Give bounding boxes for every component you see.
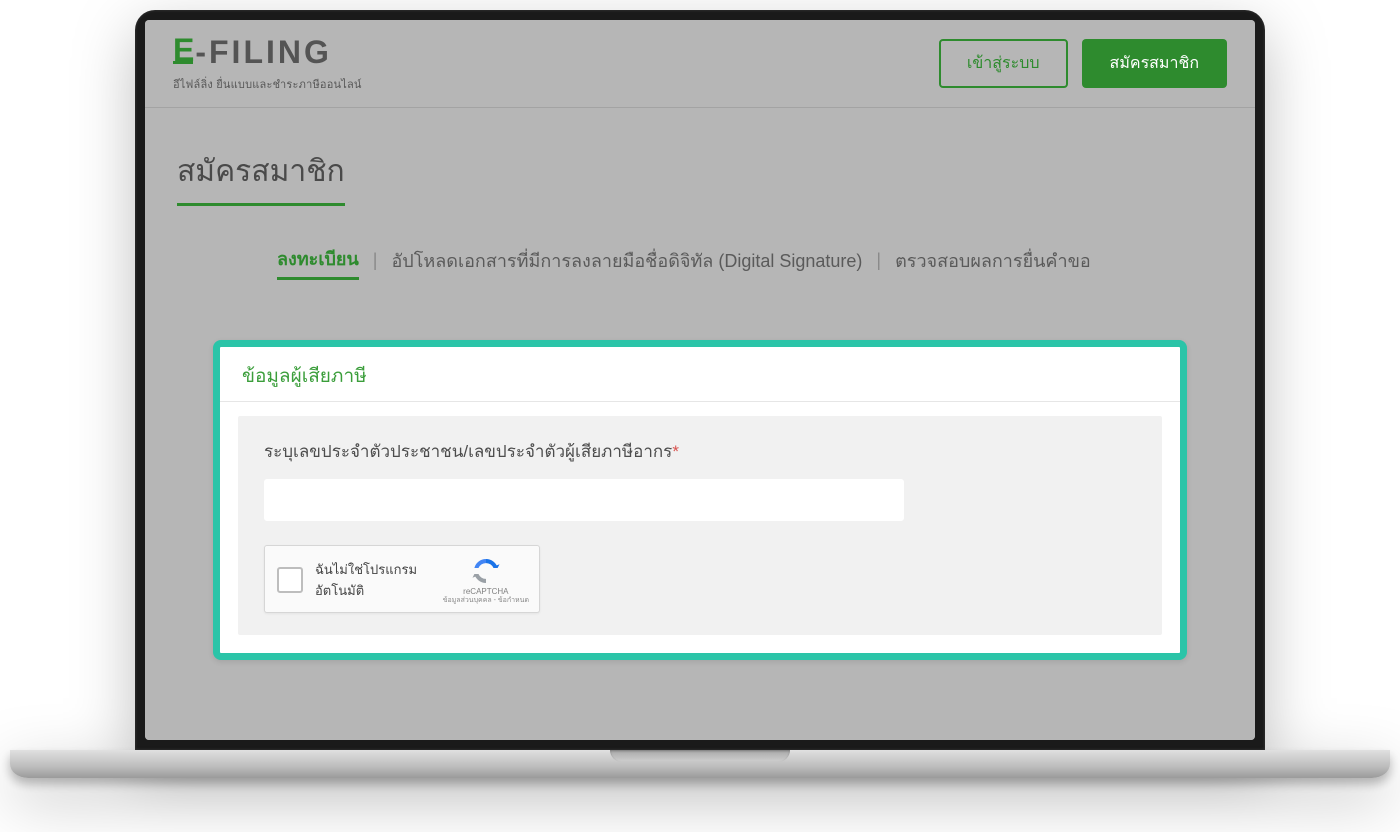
tab-separator: | — [876, 250, 881, 271]
page-title: สมัครสมาชิก — [177, 148, 345, 206]
logo-e-icon: E — [173, 41, 193, 63]
recaptcha-checkbox[interactable] — [277, 567, 303, 593]
logo-filing-text: -FILING — [195, 34, 332, 71]
recaptcha-icon — [471, 556, 501, 586]
logo-row: E -FILING — [173, 34, 362, 71]
app-root: E -FILING อีไฟล์ลิ่ง ยื่นแบบและชำระภาษีอ… — [145, 20, 1255, 740]
recaptcha-brand: reCAPTCHA — [463, 588, 508, 597]
logo-block: E -FILING อีไฟล์ลิ่ง ยื่นแบบและชำระภาษีอ… — [173, 34, 362, 93]
tab-register[interactable]: ลงทะเบียน — [277, 240, 359, 280]
tab-upload-digital-signature[interactable]: อัปโหลดเอกสารที่มีการลงลายมือชื่อดิจิทัล… — [391, 242, 862, 279]
register-button[interactable]: สมัครสมาชิก — [1082, 39, 1227, 88]
page-content: สมัครสมาชิก ลงทะเบียน | อัปโหลดเอกสารที่… — [145, 108, 1255, 740]
laptop-screen: E -FILING อีไฟล์ลิ่ง ยื่นแบบและชำระภาษีอ… — [145, 20, 1255, 740]
card-title: ข้อมูลผู้เสียภาษี — [242, 361, 1158, 391]
taxid-label-text: ระบุเลขประจำตัวประชาชน/เลขประจำตัวผู้เสี… — [264, 442, 672, 461]
taxid-input[interactable] — [264, 479, 904, 521]
logo-subtitle: อีไฟล์ลิ่ง ยื่นแบบและชำระภาษีออนไลน์ — [173, 75, 362, 93]
laptop-bezel: E -FILING อีไฟล์ลิ่ง ยื่นแบบและชำระภาษีอ… — [135, 10, 1265, 750]
card-body: ระบุเลขประจำตัวประชาชน/เลขประจำตัวผู้เสี… — [238, 416, 1162, 635]
recaptcha-brand-block: reCAPTCHA ข้อมูลส่วนบุคคล - ข้อกำหนด — [443, 556, 529, 604]
required-mark: * — [672, 442, 679, 461]
app-header: E -FILING อีไฟล์ลิ่ง ยื่นแบบและชำระภาษีอ… — [145, 20, 1255, 108]
tab-check-status[interactable]: ตรวจสอบผลการยื่นคำขอ — [895, 242, 1091, 279]
laptop-notch — [610, 750, 790, 762]
tabs: ลงทะเบียน | อัปโหลดเอกสารที่มีการลงลายมื… — [177, 240, 1223, 280]
card-header: ข้อมูลผู้เสียภาษี — [220, 347, 1180, 402]
login-button[interactable]: เข้าสู่ระบบ — [939, 39, 1068, 88]
laptop-mockup: E -FILING อีไฟล์ลิ่ง ยื่นแบบและชำระภาษีอ… — [10, 10, 1390, 778]
recaptcha-widget: ฉันไม่ใช่โปรแกรมอัตโนมัติ — [264, 545, 540, 613]
header-buttons: เข้าสู่ระบบ สมัครสมาชิก — [939, 39, 1227, 88]
taxid-label: ระบุเลขประจำตัวประชาชน/เลขประจำตัวผู้เสี… — [264, 438, 1136, 465]
recaptcha-terms[interactable]: ข้อมูลส่วนบุคคล - ข้อกำหนด — [443, 597, 529, 605]
taxpayer-card: ข้อมูลผู้เสียภาษี ระบุเลขประจำตัวประชาชน… — [213, 340, 1187, 660]
tab-separator: | — [373, 250, 378, 271]
laptop-base — [10, 750, 1390, 778]
recaptcha-label: ฉันไม่ใช่โปรแกรมอัตโนมัติ — [315, 559, 431, 601]
